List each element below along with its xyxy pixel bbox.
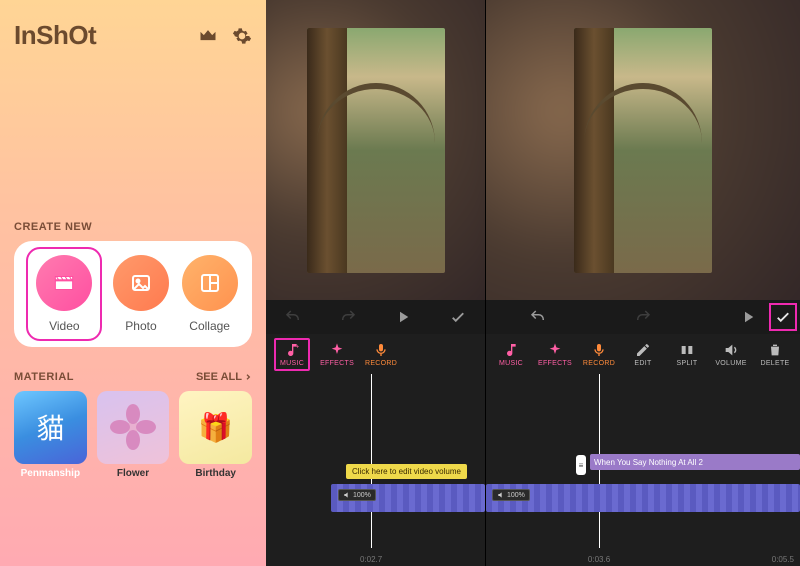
material-label-text: Birthday [179,468,252,479]
sidebar-header: InShOt [14,20,252,51]
sparkle-icon [329,342,345,358]
tool-label: MUSIC [280,360,304,367]
tool-label: RECORD [365,360,397,367]
image-icon [113,255,169,311]
app-logo: InShOt [14,20,96,51]
see-all-label: SEE ALL [196,371,242,383]
tool-delete[interactable]: DELETE [758,342,792,367]
create-photo-label: Photo [125,319,156,333]
create-collage-label: Collage [189,319,230,333]
tool-record[interactable]: RECORD [364,342,398,367]
redo-icon[interactable] [339,308,357,326]
material-item-flower[interactable]: Flower [97,391,170,479]
timecode: 0:02.7 [360,555,382,564]
material-thumb: 🎁 [179,391,252,464]
undo-icon[interactable] [284,308,302,326]
material-label-text: Penmanship [14,468,87,479]
tool-label: EFFECTS [538,360,572,367]
create-new-panel: Video Photo Collage [14,241,252,347]
sidebar: InShOt CREATE NEW Video Photo Col [0,0,266,566]
material-label-text: Flower [97,468,170,479]
music-note-icon: + [284,342,300,358]
timeline[interactable]: ≡ When You Say Nothing At All 2 100% 0:0… [486,374,800,566]
editor: + MUSIC EFFECTS RECORD Click here to edi… [266,0,800,566]
tool-split[interactable]: SPLIT [670,342,704,367]
speaker-icon [343,491,351,499]
clip-handle[interactable]: ≡ [576,455,586,475]
timecode: 0:03.6 [588,555,610,564]
tool-label: RECORD [583,360,615,367]
pencil-icon [635,342,651,358]
svg-text:+: + [295,343,299,350]
editor-panel-right: MUSIC EFFECTS RECORD EDIT SPLIT VOLUME [485,0,800,566]
clapperboard-icon [36,255,92,311]
volume-hint-tooltip[interactable]: Click here to edit video volume [346,464,467,479]
tool-record[interactable]: RECORD [582,342,616,367]
confirm-highlight [769,303,797,331]
material-item-birthday[interactable]: 🎁 Birthday [179,391,252,479]
grid-icon [182,255,238,311]
tool-effects[interactable]: EFFECTS [538,342,572,367]
play-icon[interactable] [394,308,412,326]
tool-row: + MUSIC EFFECTS RECORD [266,334,485,374]
selected-highlight: Video [26,247,102,341]
speaker-icon [723,342,739,358]
microphone-icon [373,342,389,358]
check-icon[interactable] [449,308,467,326]
crown-icon[interactable] [198,26,218,46]
volume-badge[interactable]: 100% [338,489,376,501]
tool-label: SPLIT [677,360,698,367]
sparkle-icon [547,342,563,358]
audio-clip[interactable]: When You Say Nothing At All 2 [590,454,800,470]
tool-label: EDIT [634,360,651,367]
chevron-right-icon [244,373,252,381]
timecode: 0:05.5 [772,555,794,564]
tool-label: EFFECTS [320,360,354,367]
create-video-button[interactable]: Video [36,255,92,333]
create-new-label: CREATE NEW [14,221,252,233]
create-photo-button[interactable]: Photo [113,255,169,337]
create-collage-button[interactable]: Collage [182,255,238,337]
check-icon[interactable] [774,308,792,326]
material-thumb: 貓 [14,391,87,464]
transport-controls [266,300,485,334]
tool-row: MUSIC EFFECTS RECORD EDIT SPLIT VOLUME [486,334,800,374]
tool-edit[interactable]: EDIT [626,342,660,367]
gear-icon[interactable] [232,26,252,46]
split-icon [679,342,695,358]
tool-volume[interactable]: VOLUME [714,342,748,367]
material-header: MATERIAL SEE ALL [14,371,252,383]
microphone-icon [591,342,607,358]
undo-icon[interactable] [529,308,547,326]
transport-controls [486,300,800,334]
tool-label: VOLUME [715,360,746,367]
volume-badge[interactable]: 100% [492,489,530,501]
video-preview[interactable] [486,0,800,300]
video-preview[interactable] [266,0,485,300]
trash-icon [767,342,783,358]
tool-effects[interactable]: EFFECTS [320,342,354,367]
video-clip[interactable] [486,484,800,512]
tool-label: MUSIC [499,360,523,367]
redo-icon[interactable] [634,308,652,326]
editor-panel-left: + MUSIC EFFECTS RECORD Click here to edi… [266,0,485,566]
header-icons [198,26,252,46]
music-note-icon [503,342,519,358]
tool-label: DELETE [760,360,789,367]
tool-music[interactable]: + MUSIC [274,338,310,371]
speaker-icon [497,491,505,499]
play-icon[interactable] [739,308,757,326]
see-all-button[interactable]: SEE ALL [196,371,252,383]
material-row: 貓 Penmanship Flower 🎁 Birthday [14,391,252,479]
timeline[interactable]: Click here to edit video volume 100% 0:0… [266,374,485,566]
tool-music[interactable]: MUSIC [494,342,528,367]
material-thumb [97,391,170,464]
material-label: MATERIAL [14,371,74,383]
create-video-label: Video [49,319,79,333]
material-item-penmanship[interactable]: 貓 Penmanship [14,391,87,479]
